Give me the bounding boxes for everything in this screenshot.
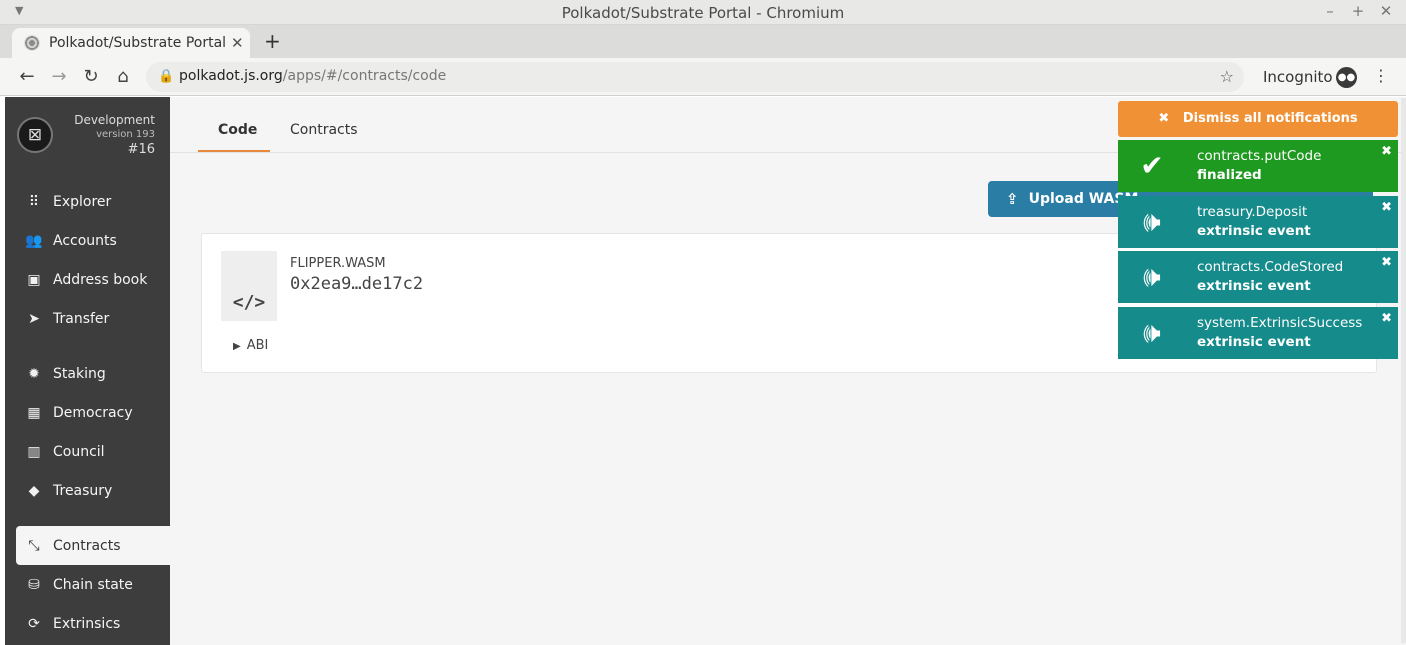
notification-item: 🕪 system.ExtrinsicSuccess extrinsic even… bbox=[1118, 307, 1398, 359]
hearing-icon: 🕪 bbox=[1143, 316, 1161, 349]
forward-icon[interactable]: → bbox=[48, 66, 70, 87]
sidebar-item-label: Treasury bbox=[53, 482, 113, 499]
certificate-icon: ✹ bbox=[28, 365, 40, 382]
chain-version: version 193 bbox=[96, 129, 155, 140]
dismiss-all-button[interactable]: ✖ Dismiss all notifications bbox=[1118, 101, 1398, 137]
gem-icon: ◆ bbox=[28, 482, 40, 499]
url-path: /apps/#/contracts/code bbox=[282, 68, 447, 84]
url-host: polkadot.js.org bbox=[179, 68, 283, 84]
sidebar-item-chain-state[interactable]: ⛁ Chain state bbox=[16, 565, 170, 604]
bookmark-star-icon[interactable]: ☆ bbox=[1220, 67, 1234, 86]
notification-item: ✔ contracts.putCode finalized ✖ bbox=[1118, 140, 1398, 192]
code-hash: 0x2ea9…de17c2 bbox=[290, 274, 424, 294]
window-title: Polkadot/Substrate Portal - Chromium bbox=[561, 4, 845, 22]
tab-contracts[interactable]: Contracts bbox=[290, 122, 358, 138]
notification-item: 🕪 treasury.Deposit extrinsic event ✖ bbox=[1118, 196, 1398, 248]
chain-info: Development version 193 #16 bbox=[74, 113, 155, 157]
scrollbar[interactable] bbox=[1401, 98, 1406, 643]
reload-icon[interactable]: ↻ bbox=[80, 66, 102, 87]
polkadot-favicon-icon bbox=[24, 35, 40, 51]
notification-status: extrinsic event bbox=[1197, 223, 1311, 239]
notification-title: system.ExtrinsicSuccess bbox=[1197, 315, 1363, 331]
lock-icon[interactable]: 🔒 bbox=[158, 69, 174, 84]
browser-tab[interactable]: Polkadot/Substrate Portal ✕ bbox=[12, 28, 250, 58]
compress-icon: ⤡ bbox=[28, 537, 40, 554]
notification-title: contracts.putCode bbox=[1197, 148, 1322, 164]
sidebar-item-accounts[interactable]: 👥 Accounts bbox=[16, 221, 170, 260]
window-titlebar: ▼ Polkadot/Substrate Portal - Chromium –… bbox=[0, 0, 1406, 25]
notification-title: treasury.Deposit bbox=[1197, 204, 1308, 220]
tab-code[interactable]: Code bbox=[218, 122, 257, 138]
sidebar-item-explorer[interactable]: ⠿ Explorer bbox=[16, 182, 170, 221]
tab-strip: Polkadot/Substrate Portal ✕ + bbox=[0, 25, 1406, 58]
active-tab-indicator bbox=[198, 150, 270, 152]
best-block: #16 bbox=[127, 142, 155, 157]
caret-right-icon: ▶ bbox=[233, 341, 241, 352]
address-book-icon: ▣ bbox=[27, 271, 41, 288]
substrate-logo-icon[interactable]: ⊠ bbox=[17, 117, 53, 153]
sync-icon: ⟳ bbox=[28, 615, 40, 632]
sidebar-item-label: Council bbox=[53, 443, 105, 460]
notification-status: finalized bbox=[1197, 167, 1262, 183]
sidebar-item-label: Staking bbox=[53, 365, 106, 382]
code-name: FLIPPER.WASM bbox=[290, 256, 386, 271]
browser-tab-title: Polkadot/Substrate Portal bbox=[49, 35, 227, 51]
sidebar-item-label: Contracts bbox=[53, 537, 121, 554]
close-window-icon[interactable]: ✕ bbox=[1378, 2, 1394, 20]
sidebar-item-label: Democracy bbox=[53, 404, 133, 421]
sidebar-item-label: Transfer bbox=[53, 310, 110, 327]
incognito-icon[interactable]: ●● bbox=[1336, 67, 1357, 88]
browser-menu-icon[interactable]: ⋮ bbox=[1373, 66, 1389, 85]
check-icon: ✔ bbox=[1140, 149, 1164, 182]
sidebar-item-democracy[interactable]: ▦ Democracy bbox=[16, 393, 170, 432]
address-bar[interactable]: 🔒 polkadot.js.org/apps/#/contracts/code … bbox=[146, 62, 1244, 92]
sidebar-item-transfer[interactable]: ➤ Transfer bbox=[16, 299, 170, 338]
sidebar-item-contracts[interactable]: ⤡ Contracts bbox=[16, 526, 170, 565]
window-controls: – + ✕ bbox=[1322, 2, 1394, 20]
minimize-icon[interactable]: – bbox=[1322, 2, 1338, 20]
sidebar-item-extrinsics[interactable]: ⟳ Extrinsics bbox=[16, 604, 170, 643]
notification-item: 🕪 contracts.CodeStored extrinsic event ✖ bbox=[1118, 251, 1398, 303]
notification-title: contracts.CodeStored bbox=[1197, 259, 1344, 275]
chain-name: Development bbox=[74, 113, 155, 127]
sidebar-item-label: Address book bbox=[53, 271, 148, 288]
incognito-label[interactable]: Incognito bbox=[1263, 68, 1333, 86]
paper-plane-icon: ➤ bbox=[28, 310, 40, 327]
close-icon[interactable]: ✖ bbox=[1381, 255, 1392, 270]
back-icon[interactable]: ← bbox=[16, 66, 38, 87]
abi-toggle[interactable]: ▶ ABI bbox=[233, 338, 268, 353]
sidebar-item-treasury[interactable]: ◆ Treasury bbox=[16, 471, 170, 510]
sidebar-item-label: Explorer bbox=[53, 193, 112, 210]
close-icon: ✖ bbox=[1158, 111, 1170, 126]
hearing-icon: 🕪 bbox=[1143, 205, 1161, 238]
sidebar-item-label: Extrinsics bbox=[53, 615, 121, 632]
abi-label: ABI bbox=[246, 338, 269, 353]
database-icon: ⛁ bbox=[28, 576, 40, 593]
sidebar-item-label: Accounts bbox=[53, 232, 117, 249]
upload-icon: ⇪ bbox=[1006, 190, 1019, 208]
sidebar-item-label: Chain state bbox=[53, 576, 133, 593]
code-icon: </> bbox=[221, 251, 277, 321]
new-tab-button[interactable]: + bbox=[264, 29, 281, 53]
close-icon[interactable]: ✖ bbox=[1381, 200, 1392, 215]
notification-status: extrinsic event bbox=[1197, 334, 1311, 350]
maximize-icon[interactable]: + bbox=[1350, 2, 1366, 20]
explorer-icon: ⠿ bbox=[28, 193, 40, 210]
url-text[interactable]: polkadot.js.org/apps/#/contracts/code bbox=[179, 68, 446, 84]
browser-toolbar: ← → ↻ ⌂ 🔒 polkadot.js.org/apps/#/contrac… bbox=[0, 58, 1406, 96]
close-icon[interactable]: ✖ bbox=[1381, 144, 1392, 159]
notification-status: extrinsic event bbox=[1197, 278, 1311, 294]
sidebar: ⊠ Development version 193 #16 ⠿ Explorer… bbox=[5, 97, 170, 645]
sidebar-item-council[interactable]: ▥ Council bbox=[16, 432, 170, 471]
calendar-check-icon: ▦ bbox=[27, 404, 41, 421]
sidebar-item-staking[interactable]: ✹ Staking bbox=[16, 354, 170, 393]
building-icon: ▥ bbox=[27, 443, 41, 460]
home-icon[interactable]: ⌂ bbox=[112, 66, 134, 87]
users-icon: 👥 bbox=[25, 232, 43, 249]
dismiss-all-label: Dismiss all notifications bbox=[1182, 111, 1358, 126]
close-icon[interactable]: ✖ bbox=[1381, 311, 1392, 326]
hearing-icon: 🕪 bbox=[1143, 260, 1161, 293]
sidebar-item-address-book[interactable]: ▣ Address book bbox=[16, 260, 170, 299]
close-tab-icon[interactable]: ✕ bbox=[231, 34, 244, 52]
